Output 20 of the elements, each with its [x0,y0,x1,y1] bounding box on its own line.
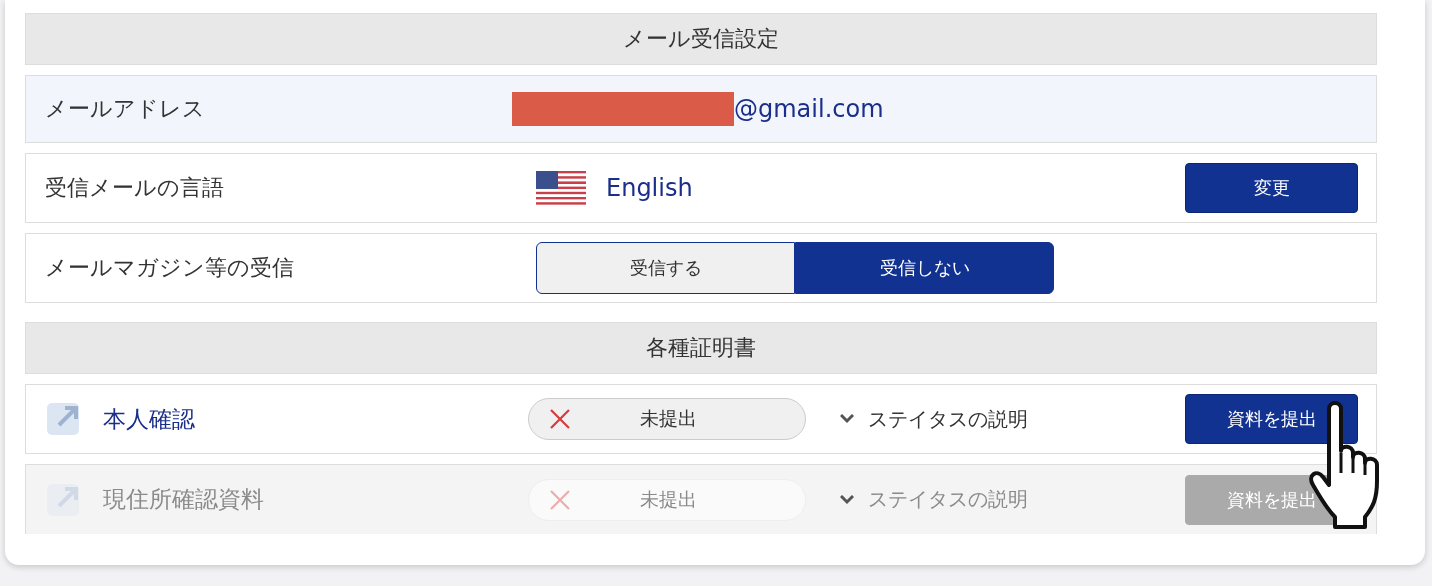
field-label: 受信メールの言語 [45,174,225,202]
section-title: 各種証明書 [646,334,756,362]
chevron-down-icon [840,414,854,424]
certificate-link[interactable]: 本人確認 [103,403,195,435]
field-label: メールアドレス [45,95,206,123]
chevron-down-icon [840,494,854,505]
cross-icon [549,488,571,511]
language-value: English [606,174,693,202]
status-badge: 未提出 [528,398,806,440]
flag-icon [536,171,586,205]
toggle-option[interactable]: 受信しない [795,242,1054,294]
cross-icon [549,408,571,430]
email-address: @gmail.com [734,95,884,123]
change-button[interactable]: 変更 [1185,163,1358,213]
status-badge: 未提出 [528,478,806,521]
section-title: メール受信設定 [623,25,779,53]
toggle-option[interactable]: 受信する [536,242,795,294]
field-label: メールマガジン等の受信 [45,254,295,282]
status-help-link[interactable]: ステイタスの説明 [840,405,1185,433]
submit-button[interactable]: 資料を提出 [1185,394,1358,444]
